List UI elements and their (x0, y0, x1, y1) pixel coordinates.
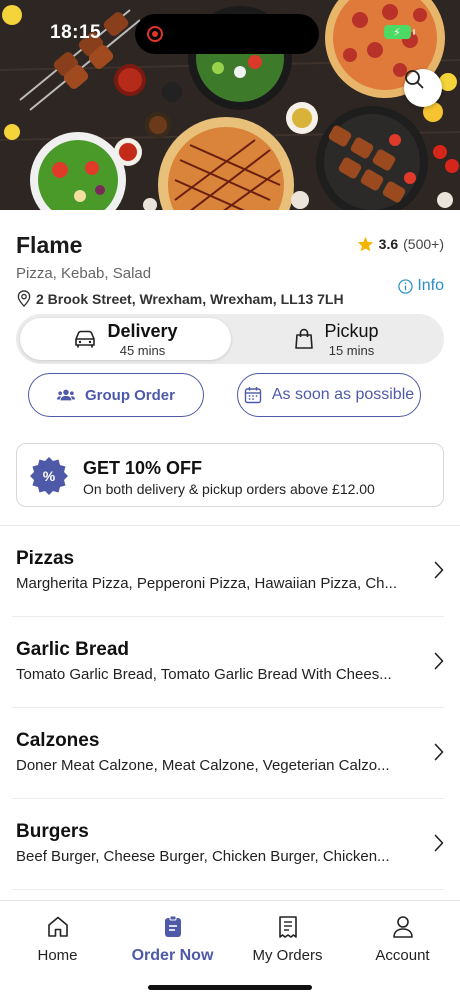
user-icon (392, 916, 413, 938)
nav-home[interactable]: Home (0, 915, 115, 964)
menu-category-garlic-bread[interactable]: Garlic Bread Tomato Garlic Bread, Tomato… (12, 617, 444, 708)
category-title: Pizzas (16, 548, 75, 569)
nav-home-label: Home (37, 947, 78, 964)
nav-account-label: Account (375, 947, 430, 964)
dynamic-island (135, 14, 319, 54)
category-title: Garlic Bread (16, 639, 129, 660)
rating: 3.6 (500+) (357, 236, 444, 252)
row-divider (12, 889, 444, 890)
chevron-right-icon (434, 652, 444, 670)
hero-image: 18:15 ⚡ (0, 0, 460, 210)
category-title: Burgers (16, 821, 89, 842)
search-button[interactable] (404, 69, 442, 107)
star-icon (357, 236, 373, 252)
charging-bolt-icon: ⚡ (393, 27, 401, 39)
nav-my-orders-label: My Orders (252, 947, 323, 964)
group-order-button[interactable]: Group Order (28, 373, 204, 417)
address: 2 Brook Street, Wrexham, Wrexham, LL13 7… (16, 290, 344, 307)
group-order-label: Group Order (84, 386, 175, 404)
status-time: 18:15 (50, 22, 102, 43)
rating-count: (500+) (403, 236, 444, 252)
category-items: Doner Meat Calzone, Meat Calzone, Vegete… (16, 757, 390, 774)
delivery-label: Delivery (107, 320, 178, 341)
category-items: Tomato Garlic Bread, Tomato Garlic Bread… (16, 666, 392, 683)
delivery-option[interactable]: Delivery 45 mins (20, 318, 231, 360)
info-link[interactable]: Info (398, 277, 444, 295)
promo-subtitle: On both delivery & pickup orders above £… (83, 481, 375, 497)
home-indicator (148, 985, 312, 990)
cuisine-tags: Pizza, Kebab, Salad (16, 265, 152, 282)
schedule-button[interactable]: As soon as possible (237, 373, 421, 417)
battery-icon: ⚡ (384, 25, 415, 39)
pickup-time: 15 mins (328, 342, 375, 358)
order-mode-toggle: Delivery 45 mins Pickup 15 mins (16, 314, 444, 364)
promo-banner[interactable]: % GET 10% OFF On both delivery & pickup … (16, 443, 444, 507)
chevron-right-icon (434, 561, 444, 579)
menu-category-burgers[interactable]: Burgers Beef Burger, Cheese Burger, Chic… (12, 799, 444, 890)
rating-value: 3.6 (378, 236, 399, 252)
pickup-label: Pickup (324, 320, 379, 341)
info-icon (398, 278, 413, 294)
location-pin-icon (17, 290, 31, 307)
nav-order-now[interactable]: Order Now (115, 915, 230, 965)
group-icon (56, 389, 75, 401)
search-icon (405, 70, 424, 89)
chevron-right-icon (434, 834, 444, 852)
category-items: Beef Burger, Cheese Burger, Chicken Burg… (16, 848, 390, 865)
restaurant-name: Flame (16, 232, 83, 258)
receipt-icon (278, 916, 297, 938)
order-icon (164, 915, 181, 937)
car-icon (75, 330, 96, 348)
shopping-bag-icon (295, 328, 314, 349)
nav-order-now-label: Order Now (131, 947, 214, 964)
chevron-right-icon (434, 743, 444, 761)
promo-title: GET 10% OFF (83, 458, 203, 478)
delivery-time: 45 mins (119, 342, 166, 358)
recording-icon (147, 26, 163, 42)
calendar-icon (244, 387, 262, 404)
nav-my-orders[interactable]: My Orders (230, 915, 345, 964)
info-label: Info (417, 277, 444, 294)
category-items: Margherita Pizza, Pepperoni Pizza, Hawai… (16, 575, 398, 592)
nav-account[interactable]: Account (345, 915, 460, 964)
menu-category-pizzas[interactable]: Pizzas Margherita Pizza, Pepperoni Pizza… (12, 526, 444, 617)
menu-category-calzones[interactable]: Calzones Doner Meat Calzone, Meat Calzon… (12, 708, 444, 799)
pickup-option[interactable]: Pickup 15 mins (231, 318, 442, 360)
home-icon (47, 916, 68, 937)
discount-badge-icon: % (30, 457, 68, 495)
category-title: Calzones (16, 730, 100, 751)
discount-badge-symbol: % (43, 468, 56, 484)
schedule-label: As soon as possible (271, 386, 415, 403)
address-text: 2 Brook Street, Wrexham, Wrexham, LL13 7… (36, 290, 344, 307)
